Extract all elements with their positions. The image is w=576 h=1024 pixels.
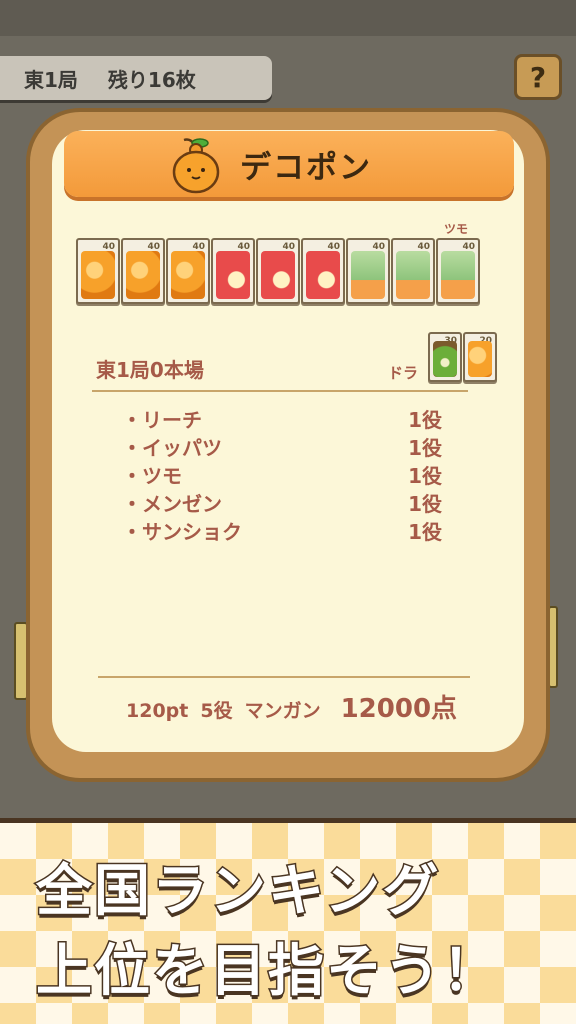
score-yaku-count: 5役 bbox=[200, 700, 233, 722]
dekopon-icon bbox=[172, 138, 220, 194]
score-total: 12000点 bbox=[340, 694, 458, 724]
question-icon: ? bbox=[529, 60, 547, 94]
help-button[interactable]: ? bbox=[514, 54, 562, 100]
round-info: 東1局0本場 bbox=[96, 358, 204, 382]
promo-line-1: 全国ランキング bbox=[34, 858, 441, 926]
orange-tile: 40 bbox=[166, 238, 210, 304]
melon-icon bbox=[396, 251, 430, 299]
yaku-han: 1役 bbox=[408, 408, 442, 432]
apple-icon bbox=[216, 251, 250, 299]
melon-tile: 40 bbox=[436, 238, 480, 304]
yaku-name: リーチ bbox=[122, 404, 202, 432]
hand-title: デコポン bbox=[240, 149, 372, 186]
apple-icon bbox=[306, 251, 340, 299]
promo-line-2: 上位を目指そう！ bbox=[35, 938, 500, 1006]
yaku-row: リーチ 1役 bbox=[122, 404, 442, 432]
orange-icon bbox=[81, 251, 115, 299]
dora-tiles: 3020 bbox=[428, 332, 497, 382]
orange-tile: 40 bbox=[76, 238, 120, 304]
orange-icon bbox=[171, 251, 205, 299]
yaku-han: 1役 bbox=[408, 520, 442, 544]
orange-tile: 20 bbox=[463, 332, 497, 382]
yaku-row: メンゼン 1役 bbox=[122, 488, 442, 516]
kiwi-icon bbox=[433, 341, 457, 377]
title-banner: デコポン bbox=[64, 131, 514, 197]
kiwi-tile: 30 bbox=[428, 332, 462, 382]
yaku-list: リーチ1役イッパツ1役ツモ1役メンゼン1役サンショク1役 bbox=[122, 404, 442, 544]
tsumo-marker: ツモ bbox=[444, 222, 469, 236]
apple-tile: 40 bbox=[301, 238, 345, 304]
yaku-name: イッパツ bbox=[122, 432, 222, 460]
apple-icon bbox=[261, 251, 295, 299]
divider bbox=[98, 676, 470, 678]
melon-icon bbox=[441, 251, 475, 299]
dora-label: ドラ bbox=[388, 364, 419, 382]
apple-tile: 40 bbox=[211, 238, 255, 304]
orange-tile: 40 bbox=[121, 238, 165, 304]
yaku-han: 1役 bbox=[408, 464, 442, 488]
yaku-han: 1役 bbox=[408, 436, 442, 460]
yaku-name: ツモ bbox=[122, 460, 182, 488]
winning-hand: 40 40 40 40 40 40 40 40 40 bbox=[76, 238, 480, 304]
yaku-name: サンショク bbox=[122, 516, 242, 544]
round-label: 東1局 bbox=[24, 67, 78, 92]
score-points: 120pt bbox=[126, 700, 189, 722]
yaku-row: サンショク 1役 bbox=[122, 516, 442, 544]
orange-icon bbox=[126, 251, 160, 299]
apple-tile: 40 bbox=[256, 238, 300, 304]
round-status-bar: 東1局 残り16枚 bbox=[0, 56, 272, 100]
melon-tile: 40 bbox=[391, 238, 435, 304]
yaku-han: 1役 bbox=[408, 492, 442, 516]
orange-icon bbox=[468, 341, 492, 377]
yaku-name: メンゼン bbox=[122, 488, 222, 516]
melon-tile: 40 bbox=[346, 238, 390, 304]
divider bbox=[92, 390, 468, 392]
yaku-row: ツモ 1役 bbox=[122, 460, 442, 488]
top-strip bbox=[0, 0, 576, 36]
score-summary: 120pt 5役 マンガン 12000点 bbox=[126, 688, 457, 725]
score-hand-name: マンガン bbox=[244, 700, 321, 722]
melon-icon bbox=[351, 251, 385, 299]
remaining-tiles-label: 残り16枚 bbox=[107, 67, 196, 92]
yaku-row: イッパツ 1役 bbox=[122, 432, 442, 460]
